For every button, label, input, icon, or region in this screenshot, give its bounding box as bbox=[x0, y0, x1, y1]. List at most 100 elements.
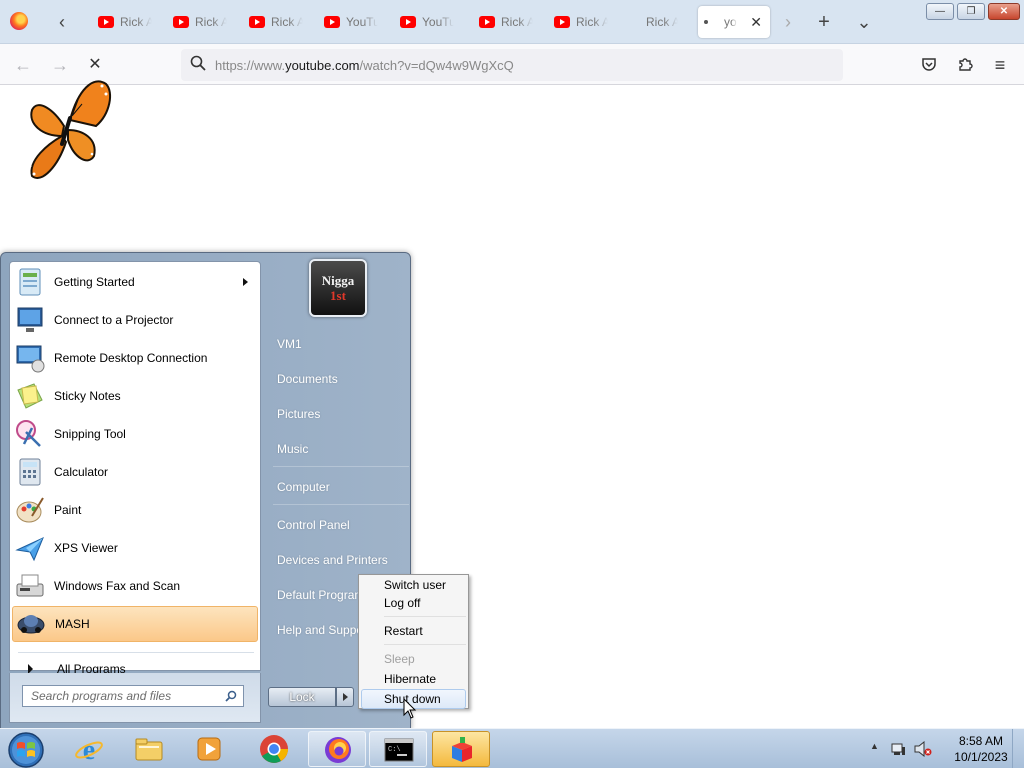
taskbar-chrome[interactable] bbox=[245, 731, 303, 767]
media-player-icon bbox=[197, 737, 221, 761]
user-avatar[interactable]: Nigga 1st bbox=[309, 259, 367, 317]
tab-title: YouTu bbox=[422, 15, 454, 29]
divider bbox=[18, 652, 254, 653]
restore-button[interactable]: ❐ bbox=[957, 3, 985, 20]
shutdown-options-arrow-button[interactable] bbox=[336, 687, 354, 707]
url-path: /watch?v=dQw4w9WgXcQ bbox=[359, 57, 514, 73]
app-menu-button[interactable]: ≡ bbox=[987, 52, 1013, 78]
butterfly-image bbox=[28, 80, 112, 179]
menu-item-restart[interactable]: Restart bbox=[361, 621, 466, 641]
browser-tab[interactable]: Rick A bbox=[92, 6, 162, 38]
browser-tab[interactable]: Rick A bbox=[243, 6, 313, 38]
browser-tab[interactable]: Rick A bbox=[473, 6, 543, 38]
tab-title: Rick A bbox=[646, 15, 678, 29]
menu-item-log-off[interactable]: Log off bbox=[361, 593, 466, 613]
tab-scroll-right-button[interactable]: › bbox=[774, 8, 802, 36]
show-desktop-button[interactable] bbox=[1012, 729, 1024, 768]
search-box[interactable] bbox=[22, 685, 244, 707]
list-all-tabs-button[interactable]: ⌄ bbox=[850, 8, 878, 36]
link-user-folder[interactable]: VM1 bbox=[277, 337, 302, 351]
youtube-icon bbox=[324, 16, 340, 28]
taskbar-media-player[interactable] bbox=[180, 731, 238, 767]
address-bar[interactable]: https://www.youtube.com/watch?v=dQw4w9Wg… bbox=[181, 49, 843, 81]
browser-tab[interactable]: Rick A bbox=[167, 6, 237, 38]
browser-tab-active[interactable]: yo ✕ bbox=[698, 6, 770, 38]
close-tab-button[interactable]: ✕ bbox=[750, 14, 762, 31]
link-computer[interactable]: Computer bbox=[277, 480, 330, 494]
projector-icon bbox=[14, 304, 46, 336]
navigation-toolbar: ← → ✕ https://www.youtube.com/watch?v=dQ… bbox=[0, 44, 1024, 85]
taskbar-windows-explorer[interactable] bbox=[120, 731, 178, 767]
program-snipping-tool[interactable]: Snipping Tool bbox=[12, 416, 258, 452]
divider bbox=[273, 504, 409, 505]
youtube-icon bbox=[98, 16, 114, 28]
search-input[interactable] bbox=[31, 687, 227, 705]
program-connect-projector[interactable]: Connect to a Projector bbox=[12, 302, 258, 338]
program-mash[interactable]: MASH bbox=[12, 606, 258, 642]
show-hidden-icons-button[interactable]: ▲ bbox=[870, 741, 879, 751]
tab-scroll-left-button[interactable]: ‹ bbox=[48, 8, 76, 36]
new-tab-button[interactable]: + bbox=[810, 8, 838, 36]
tab-title: Rick A bbox=[195, 15, 227, 29]
mash-icon bbox=[452, 737, 472, 762]
browser-tab[interactable]: YouTu bbox=[394, 6, 464, 38]
start-button-icon[interactable] bbox=[6, 730, 46, 768]
taskbar-firefox[interactable] bbox=[308, 731, 366, 767]
mash-icon bbox=[15, 608, 47, 640]
paint-icon bbox=[14, 494, 46, 526]
taskbar-mash[interactable] bbox=[432, 731, 490, 767]
firefox-icon bbox=[325, 737, 351, 763]
link-documents[interactable]: Documents bbox=[277, 372, 338, 386]
clock-date: 10/1/2023 bbox=[954, 750, 1008, 764]
shutdown-options-menu: Switch user Log off Restart Sleep Hibern… bbox=[358, 574, 469, 709]
divider bbox=[384, 616, 466, 617]
menu-item-hibernate[interactable]: Hibernate bbox=[361, 669, 466, 689]
search-icon bbox=[181, 55, 215, 75]
divider bbox=[273, 466, 409, 467]
program-remote-desktop[interactable]: Remote Desktop Connection bbox=[12, 340, 258, 376]
program-windows-fax-scan[interactable]: Windows Fax and Scan bbox=[12, 568, 258, 604]
sticky-notes-icon bbox=[14, 380, 46, 412]
link-pictures[interactable]: Pictures bbox=[277, 407, 320, 421]
clock[interactable]: 8:58 AM 10/1/2023 bbox=[940, 733, 1022, 765]
link-control-panel[interactable]: Control Panel bbox=[277, 518, 350, 532]
program-xps-viewer[interactable]: XPS Viewer bbox=[12, 530, 258, 566]
program-getting-started[interactable]: Getting Started bbox=[12, 264, 258, 300]
avatar-text-bottom: 1st bbox=[330, 288, 346, 303]
link-default-programs[interactable]: Default Programs bbox=[277, 588, 370, 602]
program-label: Sticky Notes bbox=[54, 389, 121, 403]
windows-explorer-icon bbox=[135, 738, 163, 761]
youtube-icon bbox=[173, 16, 189, 28]
extensions-puzzle-icon[interactable] bbox=[952, 53, 978, 79]
link-music[interactable]: Music bbox=[277, 442, 308, 456]
getting-started-icon bbox=[14, 266, 46, 298]
pocket-icon[interactable] bbox=[916, 53, 942, 79]
browser-tab[interactable]: Rick A bbox=[548, 6, 618, 38]
taskbar-command-prompt[interactable]: C:\ bbox=[369, 731, 427, 767]
url-domain: youtube.com bbox=[285, 57, 360, 73]
program-calculator[interactable]: Calculator bbox=[12, 454, 258, 490]
url-text[interactable]: https://www.youtube.com/watch?v=dQw4w9Wg… bbox=[215, 58, 514, 73]
tab-bar: ‹ Rick A Rick A Rick A YouTu YouTu Rick … bbox=[0, 0, 1024, 44]
taskbar-internet-explorer[interactable]: e bbox=[60, 731, 118, 767]
close-window-button[interactable]: ✕ bbox=[988, 3, 1020, 20]
tab-title: Rick A bbox=[576, 15, 608, 29]
browser-tab[interactable]: YouTu bbox=[318, 6, 388, 38]
firefox-view-icon[interactable] bbox=[10, 12, 28, 30]
program-sticky-notes[interactable]: Sticky Notes bbox=[12, 378, 258, 414]
tab-title: Rick A bbox=[271, 15, 303, 29]
program-label: Snipping Tool bbox=[54, 427, 126, 441]
browser-tab[interactable]: Rick A bbox=[624, 6, 694, 38]
lock-button[interactable]: Lock bbox=[268, 687, 336, 707]
search-icon[interactable] bbox=[225, 690, 237, 702]
link-devices-printers[interactable]: Devices and Printers bbox=[277, 553, 388, 567]
program-paint[interactable]: Paint bbox=[12, 492, 258, 528]
mouse-cursor-icon bbox=[403, 698, 417, 719]
action-center-flag-icon[interactable] bbox=[890, 741, 906, 757]
minimize-button[interactable]: — bbox=[926, 3, 954, 20]
submenu-arrow-icon bbox=[243, 278, 248, 286]
link-help-support[interactable]: Help and Support bbox=[277, 623, 370, 637]
menu-item-switch-user[interactable]: Switch user bbox=[361, 575, 466, 595]
chrome-icon bbox=[260, 735, 288, 763]
volume-muted-icon[interactable] bbox=[914, 741, 932, 757]
